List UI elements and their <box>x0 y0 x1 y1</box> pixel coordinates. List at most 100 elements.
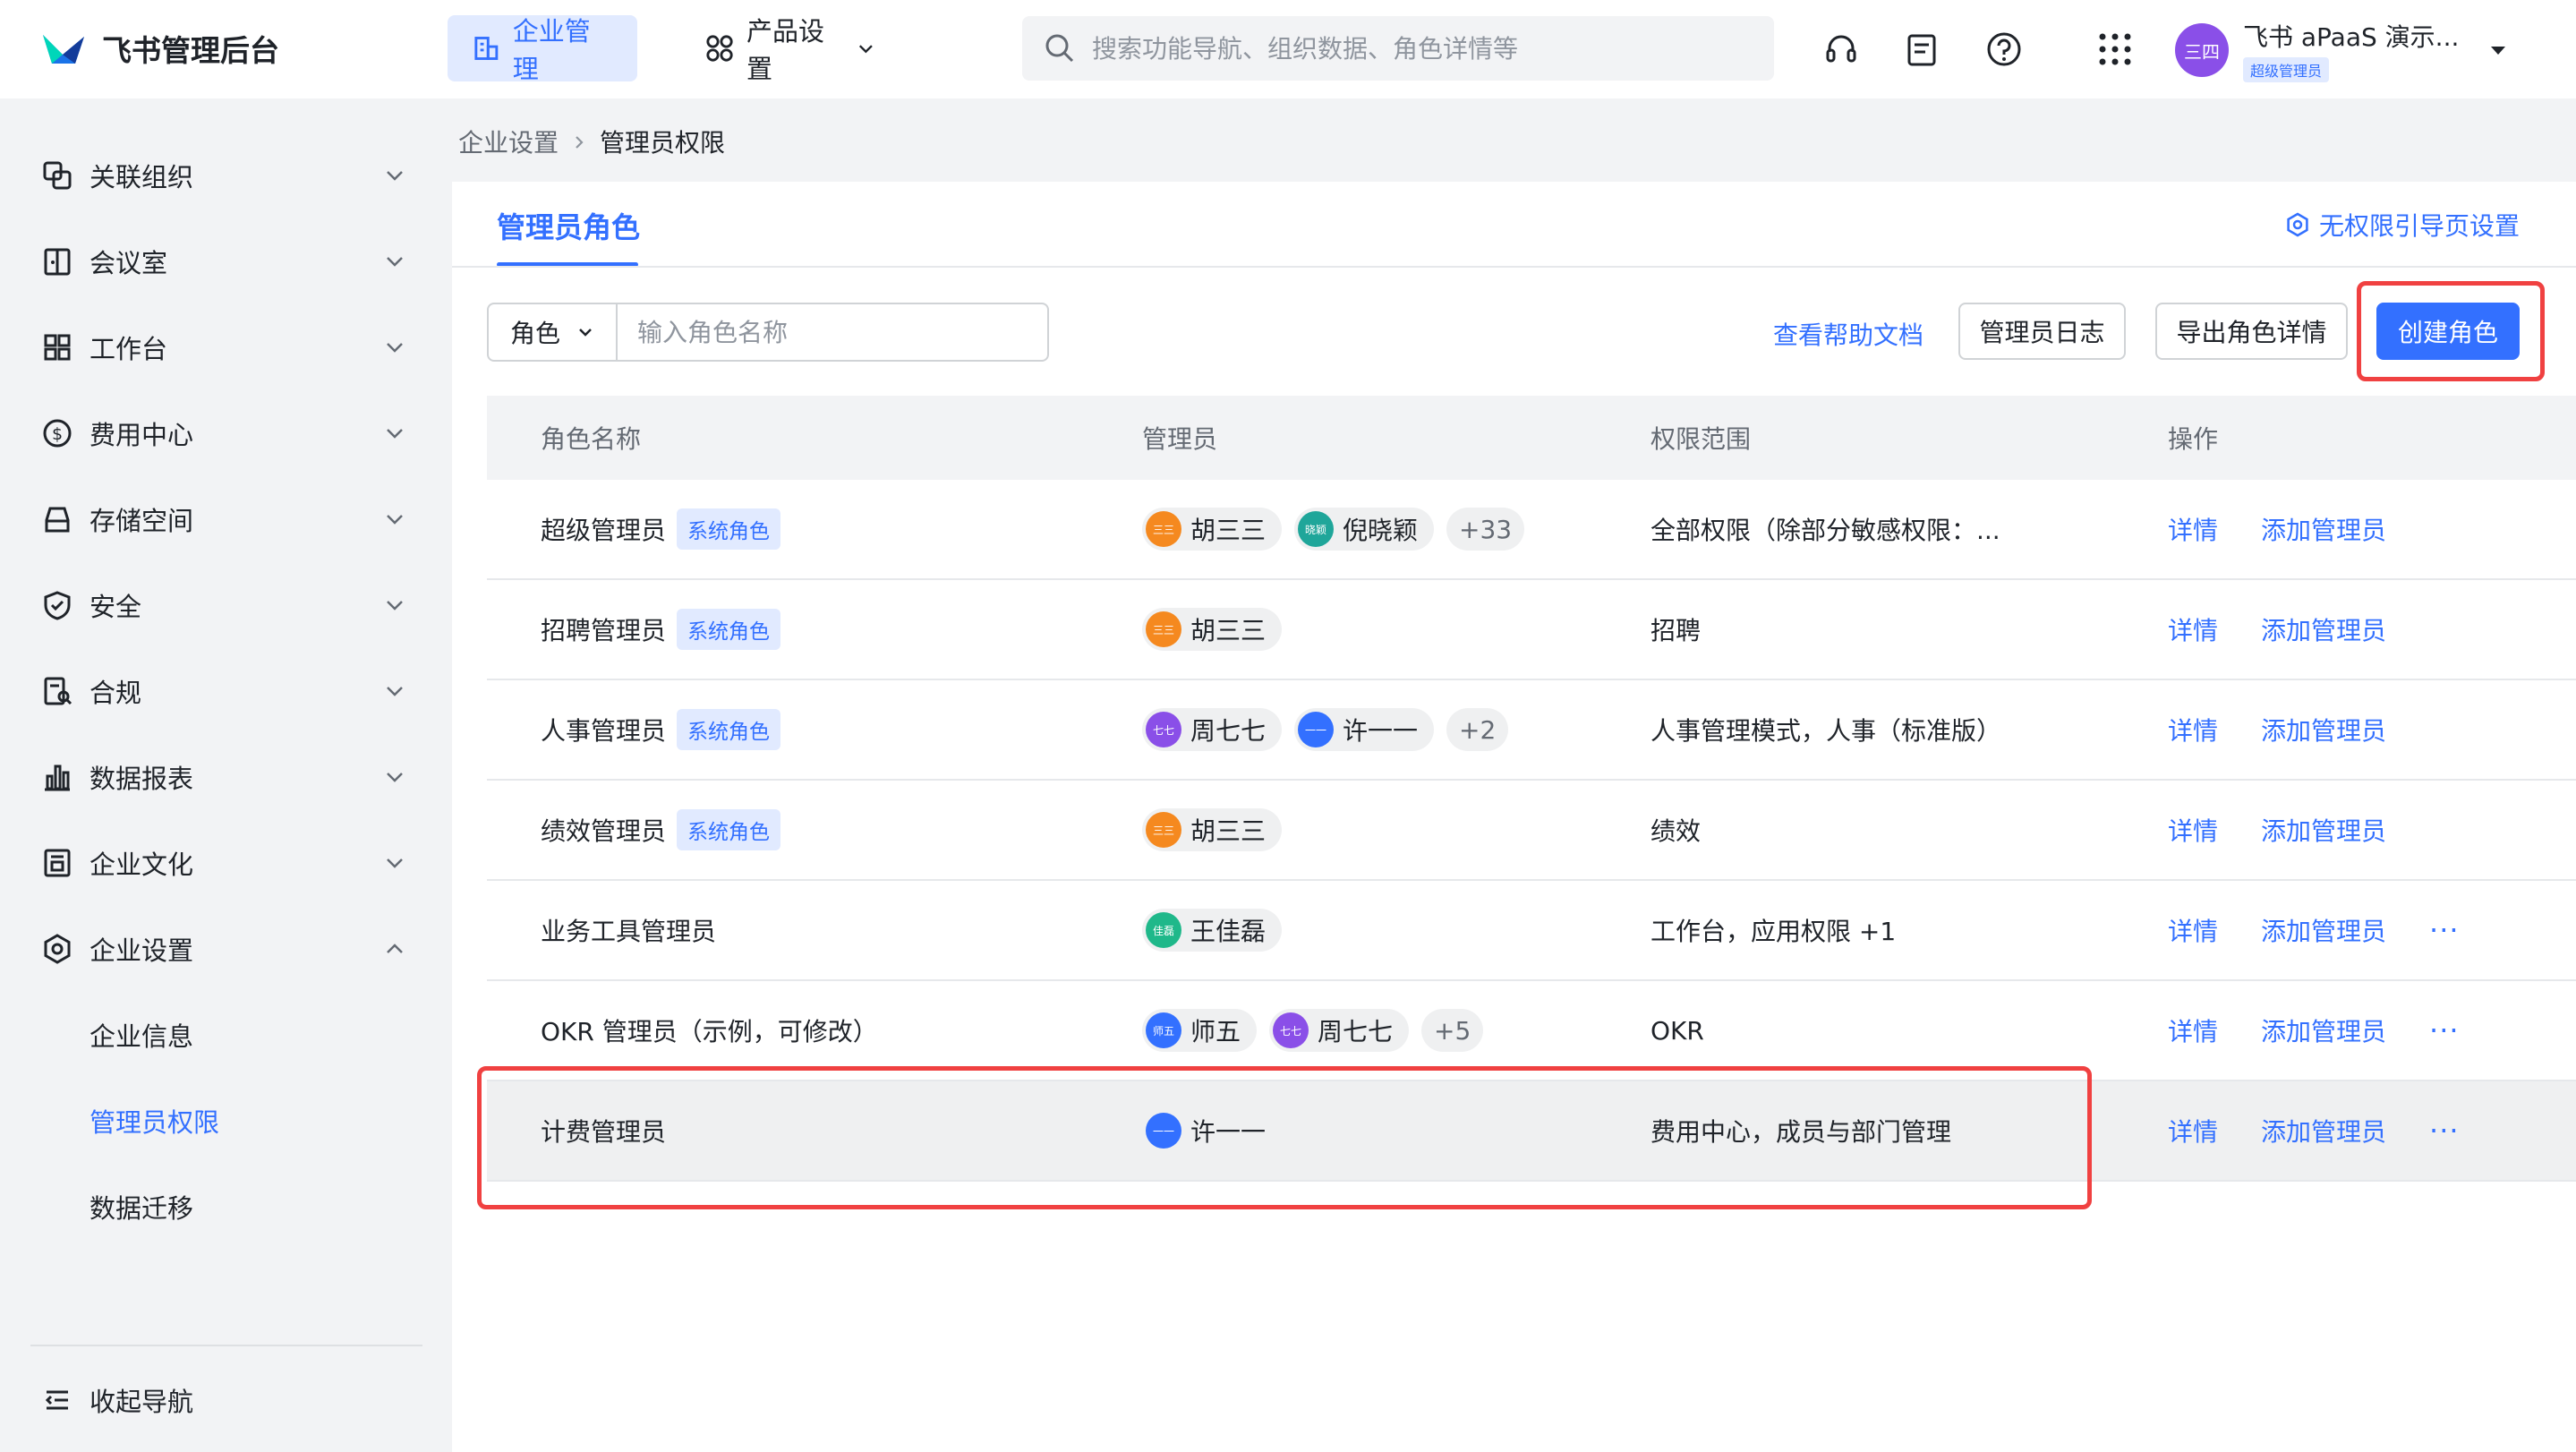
breadcrumb-parent[interactable]: 企业设置 <box>458 124 559 159</box>
no-permission-guide-link[interactable]: 无权限引导页设置 <box>2285 207 2520 243</box>
permission-scope: OKR <box>1651 1015 1704 1046</box>
search-input[interactable] <box>1092 33 1772 64</box>
admin-name: 师五 <box>1190 1017 1241 1046</box>
admin-avatar: 一一 <box>1298 712 1335 747</box>
filter-type-select[interactable]: 角色 <box>489 304 618 360</box>
role-name-cell: 绩效管理员 系统角色 <box>541 781 781 879</box>
help-doc-link[interactable]: 查看帮助文档 <box>1773 316 1923 352</box>
role-name: 超级管理员 <box>541 516 667 545</box>
operations-cell: 详情 添加管理员 ··· <box>2168 981 2460 1080</box>
role-name-input[interactable] <box>618 317 1038 347</box>
operations-cell: 详情 添加管理员 ··· <box>2168 1081 2460 1180</box>
sidebar-item-workbench[interactable]: 工作台 <box>0 315 448 380</box>
main-panel: 管理员角色 无权限引导页设置 角色 查看帮助文档 管理员日志 导出角色详情 创建… <box>452 182 2576 1452</box>
top-nav-product[interactable]: 产品设置 <box>680 15 913 84</box>
admin-chip[interactable]: 三三 胡三三 <box>1142 608 1283 651</box>
export-role-details-button[interactable]: 导出角色详情 <box>2155 303 2348 360</box>
add-admin-link[interactable]: 添加管理员 <box>2261 712 2386 747</box>
admin-avatar: 师五 <box>1146 1012 1181 1048</box>
storage-icon <box>39 501 75 537</box>
sidebar-item-cost-center[interactable]: $ 费用中心 <box>0 401 448 465</box>
sidebar-item-compliance[interactable]: 合规 <box>0 659 448 723</box>
global-search[interactable] <box>1022 16 1774 81</box>
building-icon <box>474 37 499 60</box>
admin-chip[interactable]: 七七 周七七 <box>1142 708 1283 751</box>
breadcrumb: 企业设置 管理员权限 <box>458 124 725 159</box>
sidebar-item-culture[interactable]: 企业文化 <box>0 831 448 895</box>
add-admin-link[interactable]: 添加管理员 <box>2261 1012 2386 1048</box>
detail-link[interactable]: 详情 <box>2168 511 2218 547</box>
guide-link-label: 无权限引导页设置 <box>2319 211 2521 241</box>
sidebar-item-label: 数据报表 <box>90 764 194 794</box>
table-row: 绩效管理员 系统角色 三三 胡三三 绩效 详情 添加管理员 <box>487 781 2576 881</box>
add-admin-link[interactable]: 添加管理员 <box>2261 511 2386 547</box>
sidebar-item-enterprise-settings[interactable]: 企业设置 <box>0 917 448 981</box>
admin-chip[interactable]: 一一 许一一 <box>1294 708 1435 751</box>
role-name-cell: 招聘管理员 系统角色 <box>541 580 781 679</box>
more-admins-badge[interactable]: +33 <box>1446 508 1525 551</box>
sidebar-subitem-enterprise-info[interactable]: 企业信息 <box>0 1003 448 1067</box>
chevron-down-icon <box>579 329 592 337</box>
sidebar-subitem-admin-permissions[interactable]: 管理员权限 <box>0 1089 448 1153</box>
sidebar-item-meeting-room[interactable]: 会议室 <box>0 229 448 294</box>
admin-chip[interactable]: 师五 师五 <box>1142 1009 1258 1052</box>
admin-name: 胡三三 <box>1190 616 1267 645</box>
admin-name: 胡三三 <box>1190 516 1267 545</box>
add-admin-link[interactable]: 添加管理员 <box>2261 1113 2386 1149</box>
more-actions-icon[interactable]: ··· <box>2429 1114 2460 1148</box>
sidebar-item-reports[interactable]: 数据报表 <box>0 745 448 809</box>
permission-scope: 工作台，应用权限 +1 <box>1651 917 1897 946</box>
add-admin-link[interactable]: 添加管理员 <box>2261 812 2386 848</box>
user-menu[interactable]: 三四 飞书 aPaaS 演示... 超级管理员 <box>2175 18 2509 82</box>
detail-link[interactable]: 详情 <box>2168 611 2218 647</box>
detail-link[interactable]: 详情 <box>2168 1113 2218 1149</box>
culture-icon <box>39 845 75 881</box>
top-nav-enterprise[interactable]: 企业管理 <box>448 15 637 84</box>
chart-icon <box>39 759 75 795</box>
operations-cell: 详情 添加管理员 <box>2168 580 2429 679</box>
customer-service-icon[interactable] <box>1821 29 1862 70</box>
admin-chip[interactable]: 三三 胡三三 <box>1142 508 1283 551</box>
add-admin-link[interactable]: 添加管理员 <box>2261 611 2386 647</box>
column-header-scope: 权限范围 <box>1651 424 1752 454</box>
sidebar-item-storage[interactable]: 存储空间 <box>0 487 448 551</box>
user-name: 飞书 aPaaS 演示... <box>2243 22 2460 52</box>
sidebar-item-label: 关联组织 <box>90 162 194 192</box>
app-grid-icon[interactable] <box>2094 29 2136 70</box>
role-filter: 角色 <box>487 303 1049 362</box>
help-icon[interactable] <box>1983 29 2025 70</box>
sidebar-item-linked-org[interactable]: 关联组织 <box>0 143 448 208</box>
todo-list-icon[interactable] <box>1901 29 1942 70</box>
chevron-down-icon <box>387 773 403 782</box>
admin-chip[interactable]: 七七 周七七 <box>1269 1009 1410 1052</box>
role-name-cell: 人事管理员 系统角色 <box>541 680 781 779</box>
admins-cell: 七七 周七七 一一 许一一 +2 <box>1142 680 1521 779</box>
more-admins-badge[interactable]: +2 <box>1446 708 1509 751</box>
role-name: 招聘管理员 <box>541 616 667 645</box>
collapse-nav-button[interactable]: 收起导航 <box>0 1368 448 1432</box>
detail-link[interactable]: 详情 <box>2168 912 2218 948</box>
meeting-room-icon <box>39 243 75 279</box>
more-actions-icon[interactable]: ··· <box>2429 1013 2460 1047</box>
admin-chip[interactable]: 晓颖 倪晓颖 <box>1294 508 1435 551</box>
admin-avatar: 晓颖 <box>1298 511 1335 547</box>
table-row: 招聘管理员 系统角色 三三 胡三三 招聘 详情 添加管理员 <box>487 580 2576 680</box>
detail-link[interactable]: 详情 <box>2168 1012 2218 1048</box>
operations-cell: 详情 添加管理员 <box>2168 781 2429 879</box>
admin-log-button[interactable]: 管理员日志 <box>1958 303 2126 360</box>
admin-chip[interactable]: 三三 胡三三 <box>1142 808 1283 851</box>
app-logo[interactable]: 飞书管理后台 <box>39 27 279 70</box>
sidebar-item-security[interactable]: 安全 <box>0 573 448 637</box>
chevron-down-icon <box>387 257 403 267</box>
role-name: OKR 管理员（示例，可修改） <box>541 1017 878 1046</box>
detail-link[interactable]: 详情 <box>2168 812 2218 848</box>
tab-admin-roles[interactable]: 管理员角色 <box>497 205 640 246</box>
more-admins-badge[interactable]: +5 <box>1421 1009 1484 1052</box>
chevron-down-icon <box>387 171 403 181</box>
sidebar-subitem-data-migration[interactable]: 数据迁移 <box>0 1174 448 1239</box>
feishu-logo-icon <box>43 35 84 64</box>
add-admin-link[interactable]: 添加管理员 <box>2261 912 2386 948</box>
admin-chip[interactable]: 佳磊 王佳磊 <box>1142 909 1283 952</box>
more-actions-icon[interactable]: ··· <box>2429 913 2460 947</box>
detail-link[interactable]: 详情 <box>2168 712 2218 747</box>
